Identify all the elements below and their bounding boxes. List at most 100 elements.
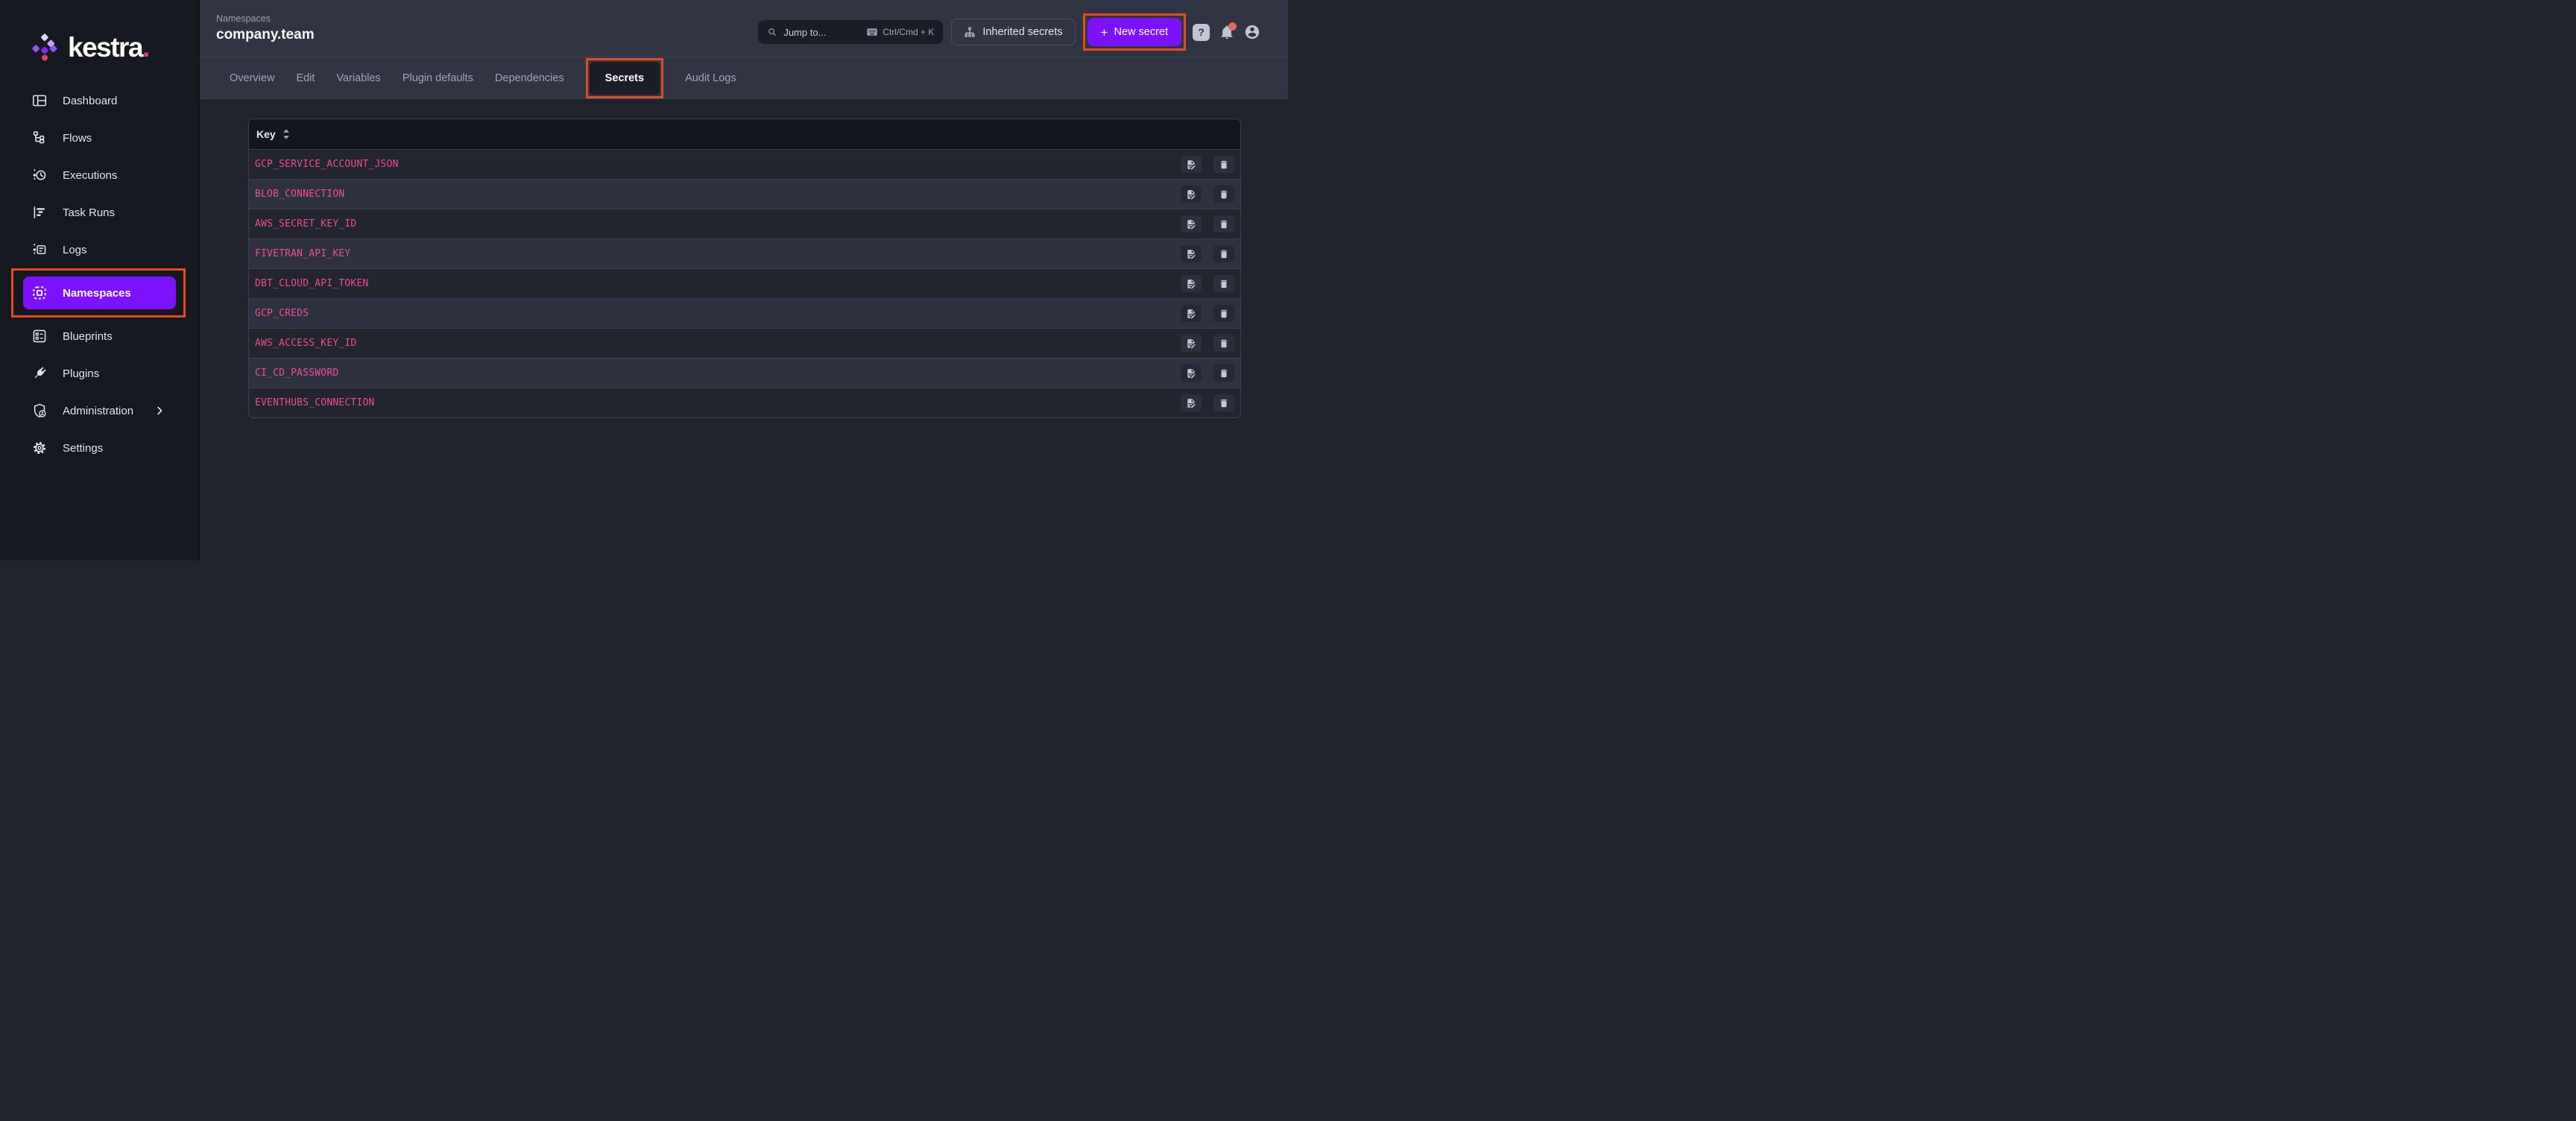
delete-secret-button[interactable] bbox=[1213, 305, 1234, 322]
delete-secret-button[interactable] bbox=[1213, 245, 1234, 262]
topbar-actions: Jump to... Ctrl/Cmd + K Inherited secret… bbox=[758, 13, 1260, 51]
trash-icon bbox=[1219, 279, 1229, 289]
edit-secret-button[interactable] bbox=[1181, 215, 1202, 233]
sidebar-item-label: Plugins bbox=[63, 367, 99, 380]
sidebar-item-logs[interactable]: Logs bbox=[0, 231, 199, 268]
table-row: BLOB_CONNECTION bbox=[249, 179, 1240, 209]
table-row: AWS_ACCESS_KEY_ID bbox=[249, 328, 1240, 358]
sort-icon[interactable] bbox=[282, 129, 290, 139]
file-edit-icon bbox=[1186, 160, 1196, 170]
table-row: FIVETRAN_API_KEY bbox=[249, 239, 1240, 268]
row-actions bbox=[1181, 305, 1234, 322]
main-area: Namespaces company.team Jump to... Ctrl/… bbox=[200, 0, 1288, 560]
sidebar-item-label: Task Runs bbox=[63, 206, 115, 219]
sidebar-item-label: Blueprints bbox=[63, 330, 113, 343]
table-row: EVENTHUBS_CONNECTION bbox=[249, 388, 1240, 417]
tab-overview[interactable]: Overview bbox=[230, 72, 274, 84]
file-edit-icon bbox=[1186, 309, 1196, 319]
sidebar-item-task-runs[interactable]: Task Runs bbox=[0, 194, 199, 231]
sidebar-item-label: Dashboard bbox=[63, 95, 117, 107]
notification-badge bbox=[1228, 22, 1237, 31]
sidebar-item-settings[interactable]: Settings bbox=[0, 429, 199, 467]
delete-secret-button[interactable] bbox=[1213, 215, 1234, 233]
delete-secret-button[interactable] bbox=[1213, 394, 1234, 411]
notifications-button[interactable] bbox=[1219, 25, 1234, 40]
dashboard-icon bbox=[31, 92, 48, 109]
search-icon bbox=[767, 27, 777, 37]
sidebar: kestra. Dashboard Flows Executions Task … bbox=[0, 0, 200, 560]
namespace-tabs: Overview Edit Variables Plugin defaults … bbox=[200, 57, 1288, 99]
logs-icon bbox=[31, 241, 48, 258]
page-title: company.team bbox=[216, 27, 315, 43]
delete-secret-button[interactable] bbox=[1213, 275, 1234, 292]
search-shortcut: Ctrl/Cmd + K bbox=[866, 26, 934, 38]
edit-secret-button[interactable] bbox=[1181, 394, 1202, 411]
plugins-icon bbox=[31, 365, 48, 382]
edit-secret-button[interactable] bbox=[1181, 275, 1202, 292]
tab-edit[interactable]: Edit bbox=[296, 72, 315, 84]
row-actions bbox=[1181, 275, 1234, 292]
namespaces-icon bbox=[31, 285, 48, 301]
edit-secret-button[interactable] bbox=[1181, 305, 1202, 322]
secrets-content: Key GCP_SERVICE_ACCOUNT_JSON BLOB_CONNEC… bbox=[200, 99, 1288, 560]
key-column-header: Key bbox=[256, 128, 276, 140]
trash-icon bbox=[1219, 398, 1229, 408]
sidebar-item-executions[interactable]: Executions bbox=[0, 157, 199, 194]
edit-secret-button[interactable] bbox=[1181, 335, 1202, 352]
delete-secret-button[interactable] bbox=[1213, 335, 1234, 352]
tab-plugin-defaults[interactable]: Plugin defaults bbox=[402, 72, 473, 84]
tab-secrets[interactable]: Secrets bbox=[590, 62, 660, 95]
delete-secret-button[interactable] bbox=[1213, 364, 1234, 382]
row-actions bbox=[1181, 364, 1234, 382]
secret-key: CI_CD_PASSWORD bbox=[255, 367, 1181, 379]
edit-secret-button[interactable] bbox=[1181, 364, 1202, 382]
delete-secret-button[interactable] bbox=[1213, 156, 1234, 173]
annotation-box-namespaces: Namespaces bbox=[11, 268, 186, 318]
tab-variables[interactable]: Variables bbox=[336, 72, 380, 84]
sidebar-item-label: Administration bbox=[63, 405, 133, 417]
secret-key: EVENTHUBS_CONNECTION bbox=[255, 397, 1181, 408]
logo-dot: . bbox=[142, 32, 149, 63]
table-row: GCP_CREDS bbox=[249, 298, 1240, 328]
blueprints-icon bbox=[31, 328, 48, 344]
row-actions bbox=[1181, 186, 1234, 203]
search-placeholder: Jump to... bbox=[783, 27, 826, 38]
jump-to-search-input[interactable]: Jump to... Ctrl/Cmd + K bbox=[758, 20, 943, 44]
help-button[interactable]: ? bbox=[1193, 24, 1210, 41]
secret-key: GCP_CREDS bbox=[255, 308, 1181, 319]
question-mark-icon: ? bbox=[1198, 26, 1205, 38]
tab-dependencies[interactable]: Dependencies bbox=[495, 72, 564, 84]
secret-key: DBT_CLOUD_API_TOKEN bbox=[255, 278, 1181, 289]
secret-key: AWS_SECRET_KEY_ID bbox=[255, 218, 1181, 230]
delete-secret-button[interactable] bbox=[1213, 186, 1234, 203]
row-actions bbox=[1181, 215, 1234, 233]
edit-secret-button[interactable] bbox=[1181, 186, 1202, 203]
sidebar-item-label: Namespaces bbox=[63, 287, 131, 300]
table-row: AWS_SECRET_KEY_ID bbox=[249, 209, 1240, 239]
file-edit-icon bbox=[1186, 368, 1196, 379]
file-edit-icon bbox=[1186, 219, 1196, 230]
kestra-logo[interactable]: kestra. bbox=[0, 0, 199, 61]
sidebar-item-label: Settings bbox=[63, 442, 103, 455]
sidebar-item-blueprints[interactable]: Blueprints bbox=[0, 318, 199, 355]
table-row: CI_CD_PASSWORD bbox=[249, 358, 1240, 388]
trash-icon bbox=[1219, 249, 1229, 259]
breadcrumb: Namespaces bbox=[216, 13, 315, 24]
secret-key: FIVETRAN_API_KEY bbox=[255, 248, 1181, 259]
sidebar-item-administration[interactable]: Administration bbox=[0, 392, 199, 429]
table-header-row: Key bbox=[249, 119, 1240, 149]
secret-key: GCP_SERVICE_ACCOUNT_JSON bbox=[255, 159, 1181, 170]
edit-secret-button[interactable] bbox=[1181, 245, 1202, 262]
sidebar-item-plugins[interactable]: Plugins bbox=[0, 355, 199, 392]
file-edit-icon bbox=[1186, 189, 1196, 200]
tab-audit-logs[interactable]: Audit Logs bbox=[685, 72, 736, 84]
inherited-secrets-button[interactable]: Inherited secrets bbox=[951, 19, 1075, 45]
sidebar-item-flows[interactable]: Flows bbox=[0, 119, 199, 157]
sidebar-item-dashboard[interactable]: Dashboard bbox=[0, 82, 199, 119]
new-secret-button[interactable]: + New secret bbox=[1087, 18, 1181, 46]
sidebar-item-namespaces[interactable]: Namespaces bbox=[23, 277, 176, 309]
account-button[interactable] bbox=[1244, 24, 1260, 40]
edit-secret-button[interactable] bbox=[1181, 156, 1202, 173]
settings-gear-icon bbox=[31, 440, 48, 456]
secret-key: AWS_ACCESS_KEY_ID bbox=[255, 338, 1181, 349]
